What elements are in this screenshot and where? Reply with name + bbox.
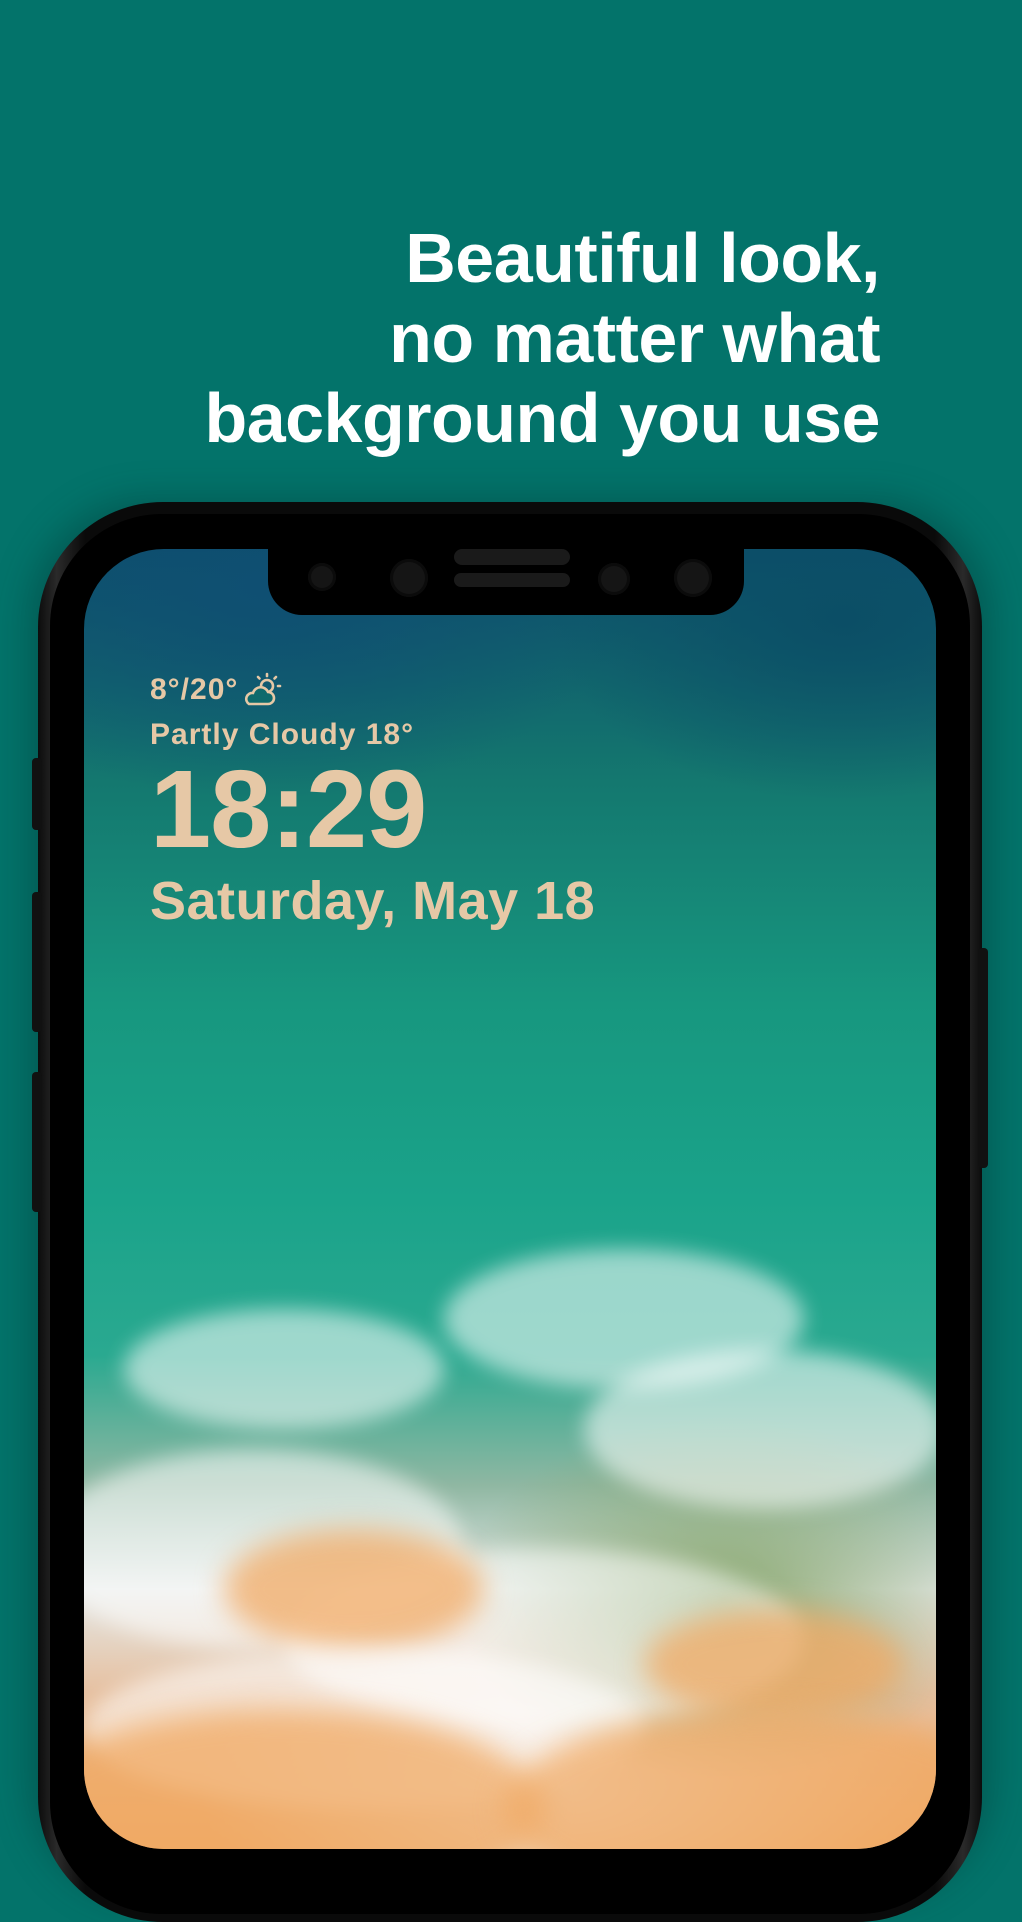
power-button: [978, 948, 988, 1168]
headline-line-2: no matter what: [389, 299, 880, 377]
clock-time: 18:29: [150, 748, 427, 871]
weather-condition: Partly Cloudy 18°: [150, 718, 415, 751]
speaker-grille: [454, 549, 570, 565]
temperature-row: 8°/20°: [150, 668, 595, 712]
sensor-dot: [308, 563, 336, 591]
volume-up-button: [32, 892, 42, 1032]
headline-line-3: background you use: [204, 379, 880, 457]
sand-patch: [224, 1529, 484, 1649]
silent-switch: [32, 758, 42, 830]
sand-patch: [644, 1609, 904, 1719]
lock-screen-widget: 8°/20° Partly Cloudy 18° 18:29 Saturday,…: [150, 668, 595, 932]
sensor-dot: [598, 563, 630, 595]
headline-line-1: Beautiful look,: [405, 219, 880, 297]
temperature-range: 8°/20°: [150, 673, 239, 706]
promo-headline: Beautiful look, no matter what backgroun…: [60, 218, 880, 458]
wave-foam: [584, 1349, 936, 1509]
front-camera-icon: [390, 559, 428, 597]
partly-cloudy-icon: [245, 672, 282, 706]
clock-date: Saturday, May 18: [150, 871, 596, 931]
sensor-dot: [674, 559, 712, 597]
volume-down-button: [32, 1072, 42, 1212]
wave-foam: [124, 1309, 444, 1429]
phone-notch: [268, 549, 744, 615]
speaker-grille: [454, 573, 570, 587]
